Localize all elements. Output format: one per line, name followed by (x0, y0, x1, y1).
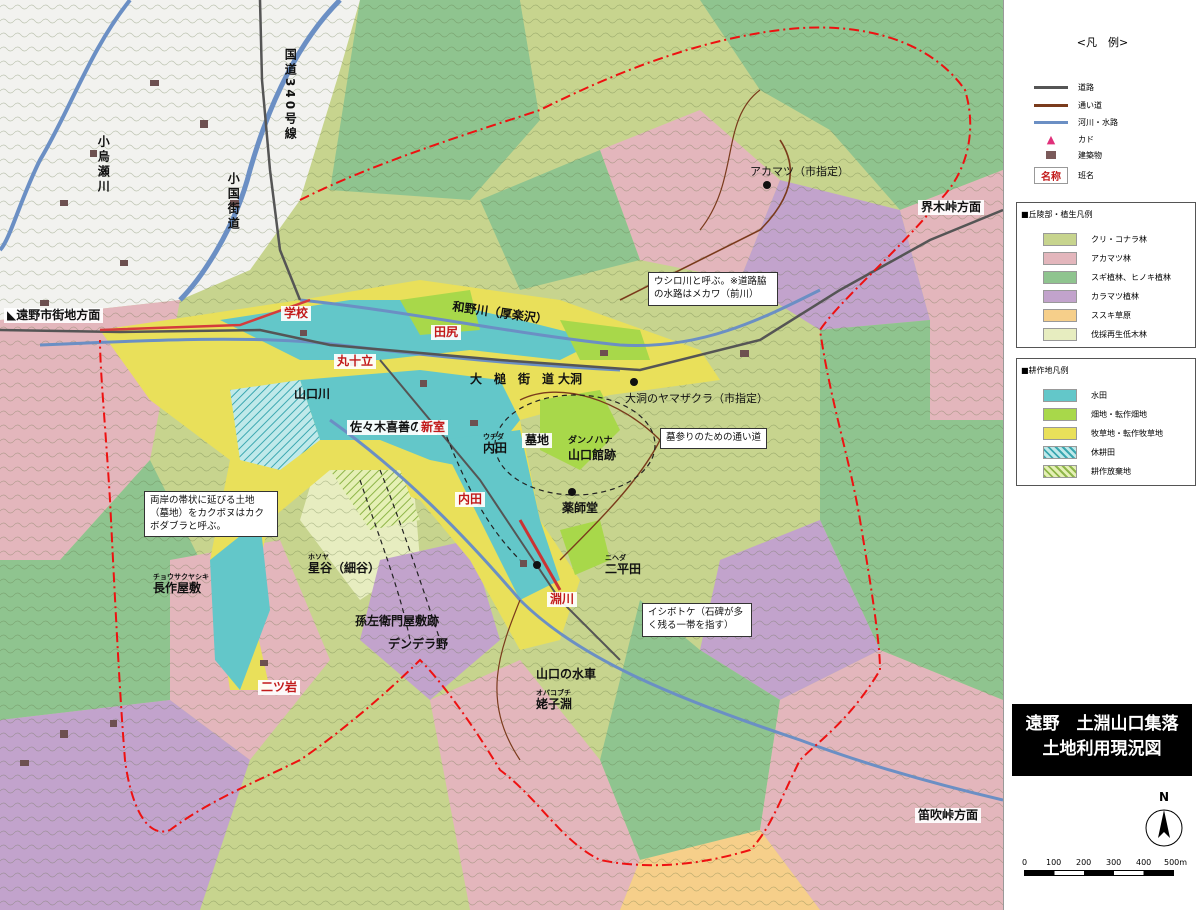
forest-item: スギ植林、ヒノキ植林 (1043, 271, 1171, 284)
yakushido-marker (568, 488, 576, 496)
note-ushiro-river: ウシロ川と呼ぶ。※道路脇の水路はメカワ（前川） (648, 272, 778, 306)
label-fuchikawa: 淵川 (547, 592, 578, 608)
fuchikawa-marker (533, 561, 541, 569)
label-kokuni-road: 小国街道 (226, 172, 241, 232)
map-canvas (0, 0, 1003, 910)
map-title-line1: 遠野 土淵山口集落 (1025, 714, 1179, 734)
note-kakobota: 両岸の帯状に延びる土地（墓地）をカクボヌはカクボダブラと呼ぶ。 (144, 491, 278, 538)
farm-item: 耕作放棄地 (1043, 465, 1131, 478)
forest-item: 伐採再生低木林 (1043, 328, 1147, 341)
label-futatsuiwa: 二ツ岩 (258, 680, 301, 696)
north-arrow: N (1144, 790, 1184, 852)
note-ishibotoke: イシボトケ（石碑が多く残る一帯を指す） (642, 603, 752, 637)
land-use-map: ◣遠野市街地方面 界木峠方面 笛吹峠方面 アカマツ（市指定） 大洞のヤマザクラ（… (0, 0, 1003, 910)
label-obora: 大洞 (558, 372, 583, 386)
legend-road: 道路 (1034, 82, 1094, 93)
scale-bar-graphic (1024, 870, 1174, 876)
forest-legend: ■丘陵部・植生凡例 クリ・コナラ林 アカマツ林 スギ植林、ヒノキ植林 カラマツ植… (1016, 202, 1196, 348)
road-swatch (1034, 86, 1068, 89)
label-uchida-north: ウチダ 内田 (483, 433, 508, 455)
forest-item: ススキ草原 (1043, 309, 1131, 322)
building-icon (1046, 150, 1056, 159)
label-magozaemon: 孫左衛門屋敷跡 (355, 614, 440, 628)
label-tono-direction: ◣遠野市街地方面 (4, 308, 104, 324)
label-gakko: 学校 (281, 306, 312, 322)
legend-group-name: 名称 班名 (1034, 167, 1094, 184)
label-hosoya: ホソヤ 星谷（細谷） (308, 553, 381, 575)
label-futahenda: ニヘダ 二平田 (605, 554, 642, 576)
river-swatch (1034, 121, 1068, 124)
label-chosaku: チョウサクヤシキ 長作屋敷 (153, 573, 209, 595)
akamatsu-marker (763, 181, 771, 189)
triangle-icon: ▲ (1046, 133, 1056, 146)
label-shinmuro: 新室 (418, 420, 449, 436)
label-sakaiki-direction: 界木峠方面 (918, 200, 985, 216)
label-dannohana: ダンノハナ 山口館跡 (568, 436, 617, 462)
legend-title: <凡 例> (1076, 36, 1129, 49)
farm-item: 水田 (1043, 389, 1107, 402)
map-title-box: 遠野 土淵山口集落 土地利用現況図 (1012, 704, 1192, 776)
legend-trail: 通い道 (1034, 100, 1102, 111)
trail-swatch (1034, 104, 1068, 107)
forest-item: カラマツ植林 (1043, 290, 1139, 303)
label-suisha: 山口の水車 (536, 667, 597, 681)
farm-item: 休耕田 (1043, 446, 1115, 459)
farm-legend: ■耕作地凡例 水田 畑地・転作畑地 牧草地・転作牧草地 休耕田 耕作放棄地 (1016, 358, 1196, 486)
legend-building: 建築物 (1034, 150, 1102, 161)
forest-item: クリ・コナラ林 (1043, 233, 1147, 246)
label-route340: 国道340号線 (283, 48, 298, 143)
farm-item: 牧草地・転作牧草地 (1043, 427, 1163, 440)
label-uchida-south: 内田 (455, 492, 486, 508)
farm-item: 畑地・転作畑地 (1043, 408, 1147, 421)
label-kojima-river: 小烏瀬川 (96, 135, 111, 195)
label-obako: オバコブチ 姥子淵 (536, 689, 573, 711)
legend-kado: ▲ カド (1034, 133, 1094, 146)
yamazakura-marker (630, 378, 638, 386)
label-fuefuki-direction: 笛吹峠方面 (915, 808, 982, 824)
map-title-line2: 土地利用現況図 (1042, 738, 1162, 759)
label-akamatsu: アカマツ（市指定） (750, 165, 849, 178)
label-denderano: デンデラ野 (388, 637, 449, 651)
label-marujuritsu: 丸十立 (334, 354, 377, 370)
label-yamazakura: 大洞のヤマザクラ（市指定） (625, 392, 768, 405)
label-yakushido: 薬師堂 (562, 501, 599, 515)
forest-item: アカマツ林 (1043, 252, 1131, 265)
compass-icon (1145, 809, 1183, 847)
label-yamaguchi-river: 山口川 (294, 387, 331, 401)
note-kayoi-path: 墓参りのための通い道 (660, 428, 768, 449)
label-taji: 田尻 (431, 325, 462, 341)
legend-river: 河川・水路 (1034, 117, 1118, 128)
scale-bar: 0 100 200 300 400 500m (1022, 858, 1189, 876)
label-bochi: 墓地 (522, 433, 553, 449)
label-otsuchi-road: 大槌街道 (470, 372, 567, 386)
